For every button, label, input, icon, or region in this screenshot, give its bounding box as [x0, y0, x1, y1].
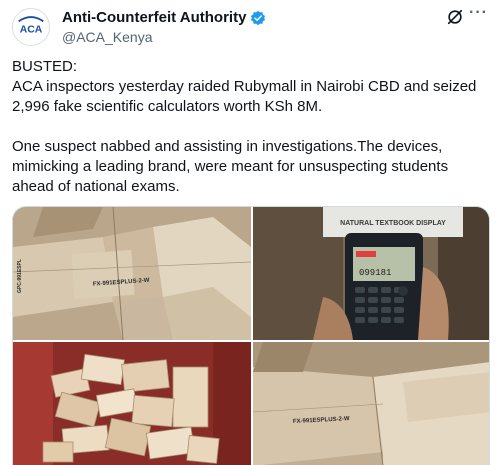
tweet-text: BUSTED: ACA inspectors yesterday raided …	[12, 57, 492, 197]
author-display-name[interactable]: Anti-Counterfeit Authority	[62, 9, 246, 26]
svg-text:GPC-991ESPL: GPC-991ESPL	[17, 259, 23, 293]
tweet-line: BUSTED:	[12, 58, 78, 75]
verified-badge-icon	[250, 10, 266, 26]
media-grid: FX-991ESPLUS-2-W GPC-991ESPL NATURAL TEX…	[12, 206, 490, 465]
tweet-line: One suspect nabbed and assisting in inve…	[12, 138, 453, 195]
svg-text:NATURAL TEXTBOOK DISPLAY: NATURAL TEXTBOOK DISPLAY	[340, 220, 446, 227]
svg-text:ACA: ACA	[20, 25, 43, 36]
more-options-button[interactable]: ···	[469, 4, 488, 22]
photo-boxes-pile[interactable]	[13, 342, 251, 465]
grok-icon[interactable]	[446, 8, 464, 26]
avatar[interactable]: ACA	[12, 8, 50, 46]
author-handle[interactable]: @ACA_Kenya	[62, 29, 152, 45]
photo-calculator[interactable]: NATURAL TEXTBOOK DISPLAY 099181	[253, 207, 489, 340]
tweet-header: ACA Anti-Counterfeit Authority @ACA_Keny…	[12, 4, 488, 46]
photo-boxes-stack[interactable]: FX-991ESPLUS-2-W GPC-991ESPL	[13, 207, 251, 340]
tweet-line: ACA inspectors yesterday raided Rubymall…	[12, 78, 481, 115]
svg-text:099181: 099181	[359, 268, 391, 278]
aca-logo-icon: ACA	[13, 9, 49, 45]
photo-boxes-closeup[interactable]: FX-991ESPLUS-2-W	[253, 342, 489, 465]
